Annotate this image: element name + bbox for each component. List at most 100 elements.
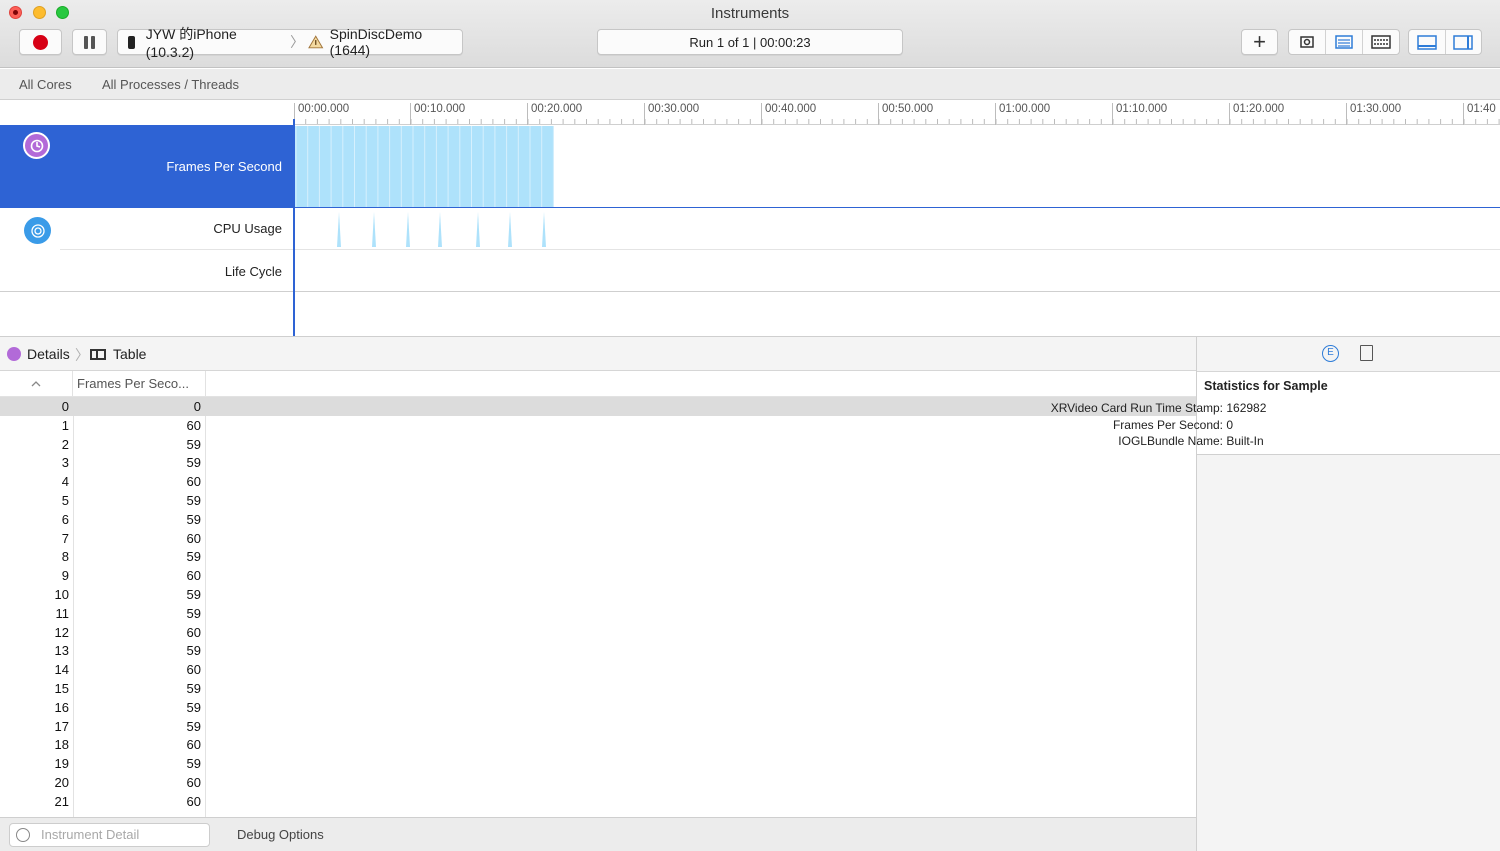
table-header: Frames Per Seco...	[0, 371, 1196, 397]
row-fps-value: 59	[186, 455, 201, 471]
table-row[interactable]: 10 59	[0, 585, 1196, 604]
stat-row: XRVideo Card Run Time Stamp: 162982	[1018, 401, 1267, 415]
row-index: 3	[61, 455, 69, 471]
row-index: 1	[61, 417, 69, 433]
crumb-details[interactable]: Details	[7, 346, 70, 362]
track-cpu-usage[interactable]: CPU Usage	[0, 209, 1500, 249]
crumb-details-label: Details	[27, 346, 70, 362]
statistics-box: Statistics for Sample XRVideo Card Run T…	[1051, 372, 1500, 455]
filter-placeholder: Instrument Detail	[41, 827, 140, 842]
window-title: Instruments	[710, 5, 790, 22]
view-mode-segment	[1288, 29, 1400, 55]
cpu-spike	[438, 212, 442, 247]
row-fps-value: 60	[186, 417, 201, 433]
add-instrument-button[interactable]: +	[1241, 29, 1278, 55]
pause-button[interactable]	[72, 29, 107, 55]
debug-options-button[interactable]: Debug Options	[237, 827, 324, 842]
pause-icon	[84, 35, 95, 49]
row-fps-value: 59	[186, 756, 201, 772]
row-index: 18	[54, 737, 69, 753]
row-fps-value: 59	[186, 605, 201, 621]
table-row[interactable]: 13 59	[0, 641, 1196, 660]
row-index: 2	[61, 436, 69, 452]
statistics-title: Statistics for Sample	[1204, 379, 1328, 393]
record-button[interactable]	[19, 29, 62, 55]
fps-track-graph[interactable]	[294, 125, 1500, 208]
table-row[interactable]: 19 59	[0, 754, 1196, 773]
ruler-ticks	[294, 119, 1500, 124]
row-index: 20	[54, 775, 69, 790]
timeline-ruler[interactable]: 00:00.000 00:10.000 00:20.000 00:30.000 …	[294, 100, 1500, 125]
row-index: 14	[54, 662, 69, 678]
table-row[interactable]: 18 60	[0, 735, 1196, 754]
all-processes-filter[interactable]: All Processes / Threads	[102, 77, 239, 92]
table-row[interactable]: 20 60	[0, 773, 1196, 792]
table-row[interactable]: 14 60	[0, 660, 1196, 679]
table-row[interactable]: 11 59	[0, 604, 1196, 623]
toggle-detail-pane-button[interactable]	[1409, 30, 1446, 54]
record-settings-button[interactable]	[1289, 30, 1326, 54]
row-fps-value: 60	[186, 737, 201, 753]
document-icon[interactable]	[1360, 345, 1373, 361]
table-row[interactable]: 3 59	[0, 453, 1196, 472]
table-row[interactable]: 15 59	[0, 679, 1196, 698]
target-process: SpinDiscDemo (1644)	[329, 26, 423, 58]
playhead[interactable]	[293, 119, 295, 336]
iphone-icon	[128, 35, 135, 49]
instrument-detail-filter-input[interactable]: Instrument Detail	[9, 823, 210, 847]
table-row[interactable]: 1 60	[0, 416, 1196, 435]
all-cores-filter[interactable]: All Cores	[19, 77, 72, 92]
table-row[interactable]: 2 59	[0, 435, 1196, 454]
empty-track-area	[0, 291, 1500, 336]
track-frames-per-second[interactable]: Frames Per Second	[0, 125, 294, 208]
grid-view-button[interactable]	[1363, 30, 1399, 54]
row-fps-value: 60	[186, 624, 201, 640]
track-life-cycle[interactable]: Life Cycle	[0, 249, 1500, 291]
row-index: 19	[54, 756, 69, 772]
table-row[interactable]: 7 60	[0, 529, 1196, 548]
row-index: 17	[54, 718, 69, 734]
app-icon	[308, 35, 324, 49]
fps-column-header[interactable]: Frames Per Seco...	[73, 371, 206, 397]
fps-graph	[294, 126, 554, 207]
table-row[interactable]: 9 60	[0, 566, 1196, 585]
fps-instrument-icon	[7, 347, 21, 361]
table-row[interactable]: 17 59	[0, 717, 1196, 736]
sort-column-header[interactable]	[0, 371, 73, 397]
row-index: 10	[54, 587, 69, 602]
chevron-right-icon: 〉	[75, 347, 89, 363]
toggle-inspector-button[interactable]	[1446, 30, 1482, 54]
row-index: 6	[61, 511, 69, 527]
table-row[interactable]: 8 59	[0, 547, 1196, 566]
scope-bar: All Cores All Processes / Threads	[0, 69, 1500, 100]
inspector-pane: E Statistics for Sample XRVideo Card Run…	[1051, 336, 1500, 851]
row-fps-value: 60	[186, 775, 201, 790]
table-row[interactable]: 00	[0, 397, 1196, 416]
row-fps-value: 59	[186, 493, 201, 508]
table-row[interactable]: 16 59	[0, 698, 1196, 717]
extended-detail-icon[interactable]: E	[1322, 345, 1339, 362]
stat-row: IOGLBundle Name: Built-In	[1018, 434, 1263, 448]
record-icon	[33, 34, 48, 50]
target-selector[interactable]: JYW 的iPhone (10.3.2) 〉 SpinDiscDemo (164…	[117, 26, 463, 60]
list-view-button[interactable]	[1326, 30, 1363, 54]
window-toolbar: Instruments JYW 的iPhone (10.3.2) 〉 SpinD…	[0, 0, 1500, 68]
cpu-spike	[372, 212, 376, 247]
table-row[interactable]: 21 60	[0, 792, 1196, 811]
right-panel-icon	[1453, 34, 1473, 50]
table-row[interactable]: 6 59	[0, 510, 1196, 529]
row-index: 5	[61, 493, 69, 508]
cpu-graph	[337, 212, 546, 247]
table-row[interactable]: 4 60	[0, 472, 1196, 491]
row-index: 7	[61, 530, 69, 546]
table-icon	[90, 348, 106, 360]
table-row[interactable]: 12 60	[0, 623, 1196, 642]
crumb-table[interactable]: Table	[90, 346, 146, 362]
target-device: JYW 的iPhone (10.3.2)	[145, 26, 237, 60]
table-body: 0 0 1 60 2 59 3 59 4 60 5 59 6 59 7 60 8 59 9 60 10 59 11 59 12 6…	[0, 397, 1196, 817]
chevron-right-icon: 〉	[290, 34, 305, 50]
table-row[interactable]: 5 59	[0, 491, 1196, 510]
run-status[interactable]: Run 1 of 1 | 00:00:23	[597, 29, 903, 55]
row-fps-value: 60	[186, 568, 201, 584]
row-fps-value: 59	[186, 699, 201, 715]
